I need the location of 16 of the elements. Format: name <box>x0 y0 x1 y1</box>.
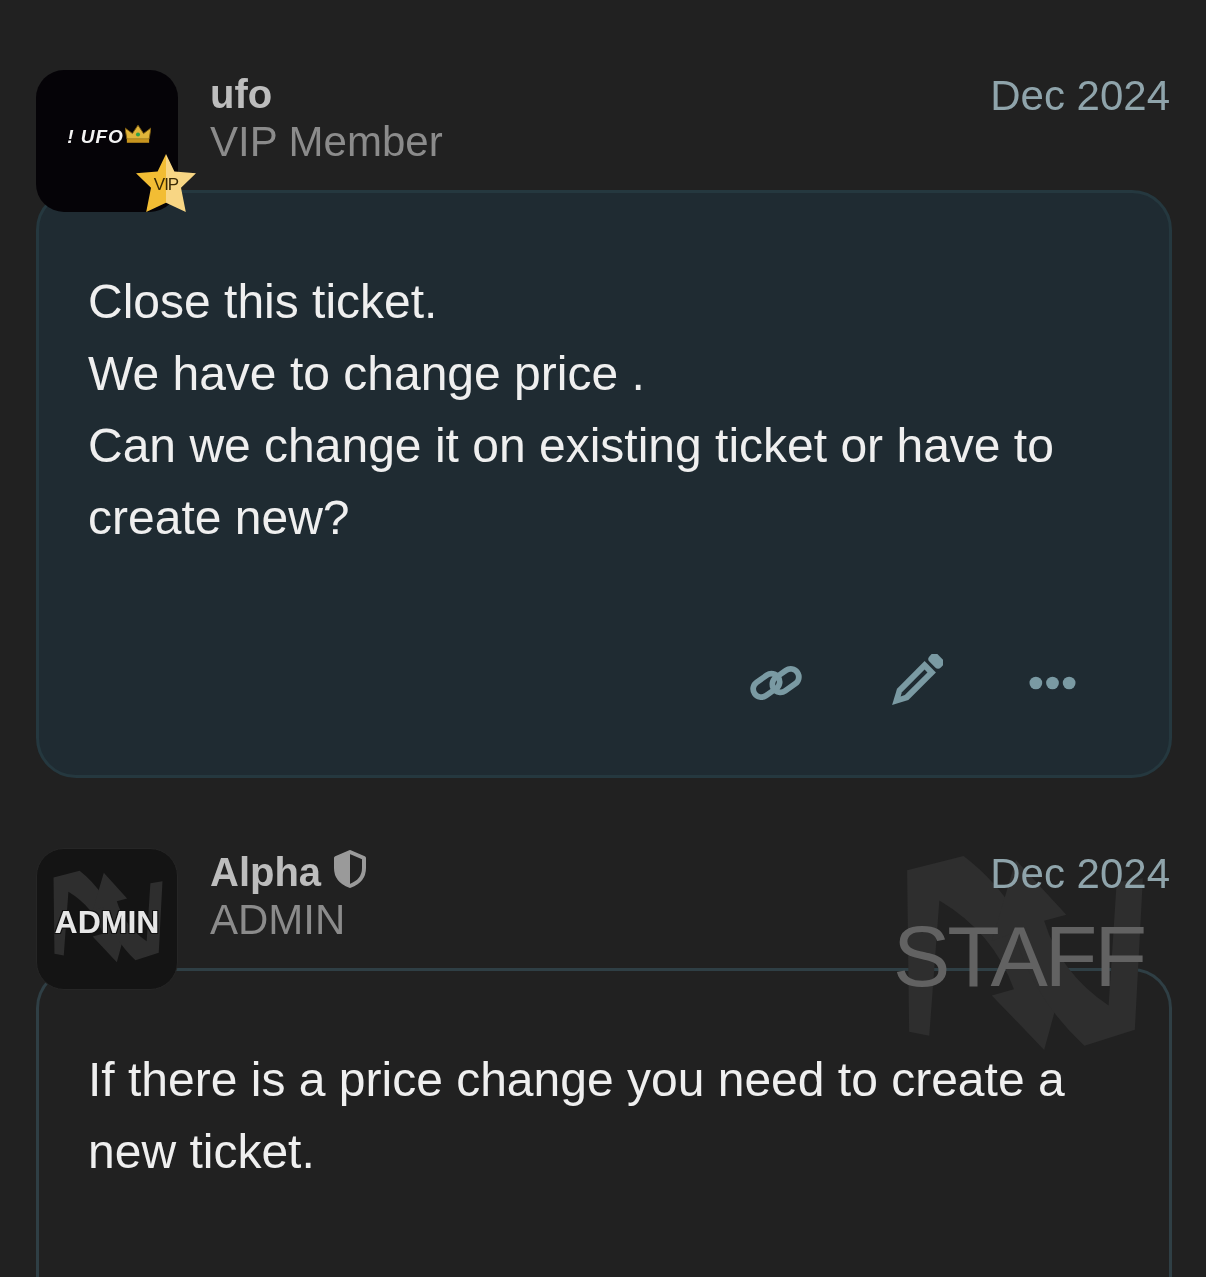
message-text: We have to change price . <box>88 346 646 402</box>
post-date: Dec 2024 <box>990 849 1170 899</box>
author-name[interactable]: Alpha <box>210 848 322 896</box>
author-role: ADMIN <box>210 896 347 944</box>
message-text: Close this ticket. <box>88 274 439 330</box>
message-text: Can we change it on existing ticket or have to create new? <box>88 418 1055 546</box>
vip-badge: VIP <box>136 154 196 212</box>
message-text: If there is a price change you need to create a new ticket. <box>88 1052 1066 1180</box>
avatar-text: ADMIN <box>54 903 160 941</box>
more-icon <box>1028 676 1076 690</box>
author-role: VIP Member <box>210 118 443 166</box>
crown-icon <box>124 123 151 143</box>
post-date: Dec 2024 <box>990 71 1170 121</box>
avatar-text: ! UFO <box>67 126 124 148</box>
staff-badge-text: STAFF <box>893 908 1144 1004</box>
author-name[interactable]: ufo <box>210 70 273 118</box>
